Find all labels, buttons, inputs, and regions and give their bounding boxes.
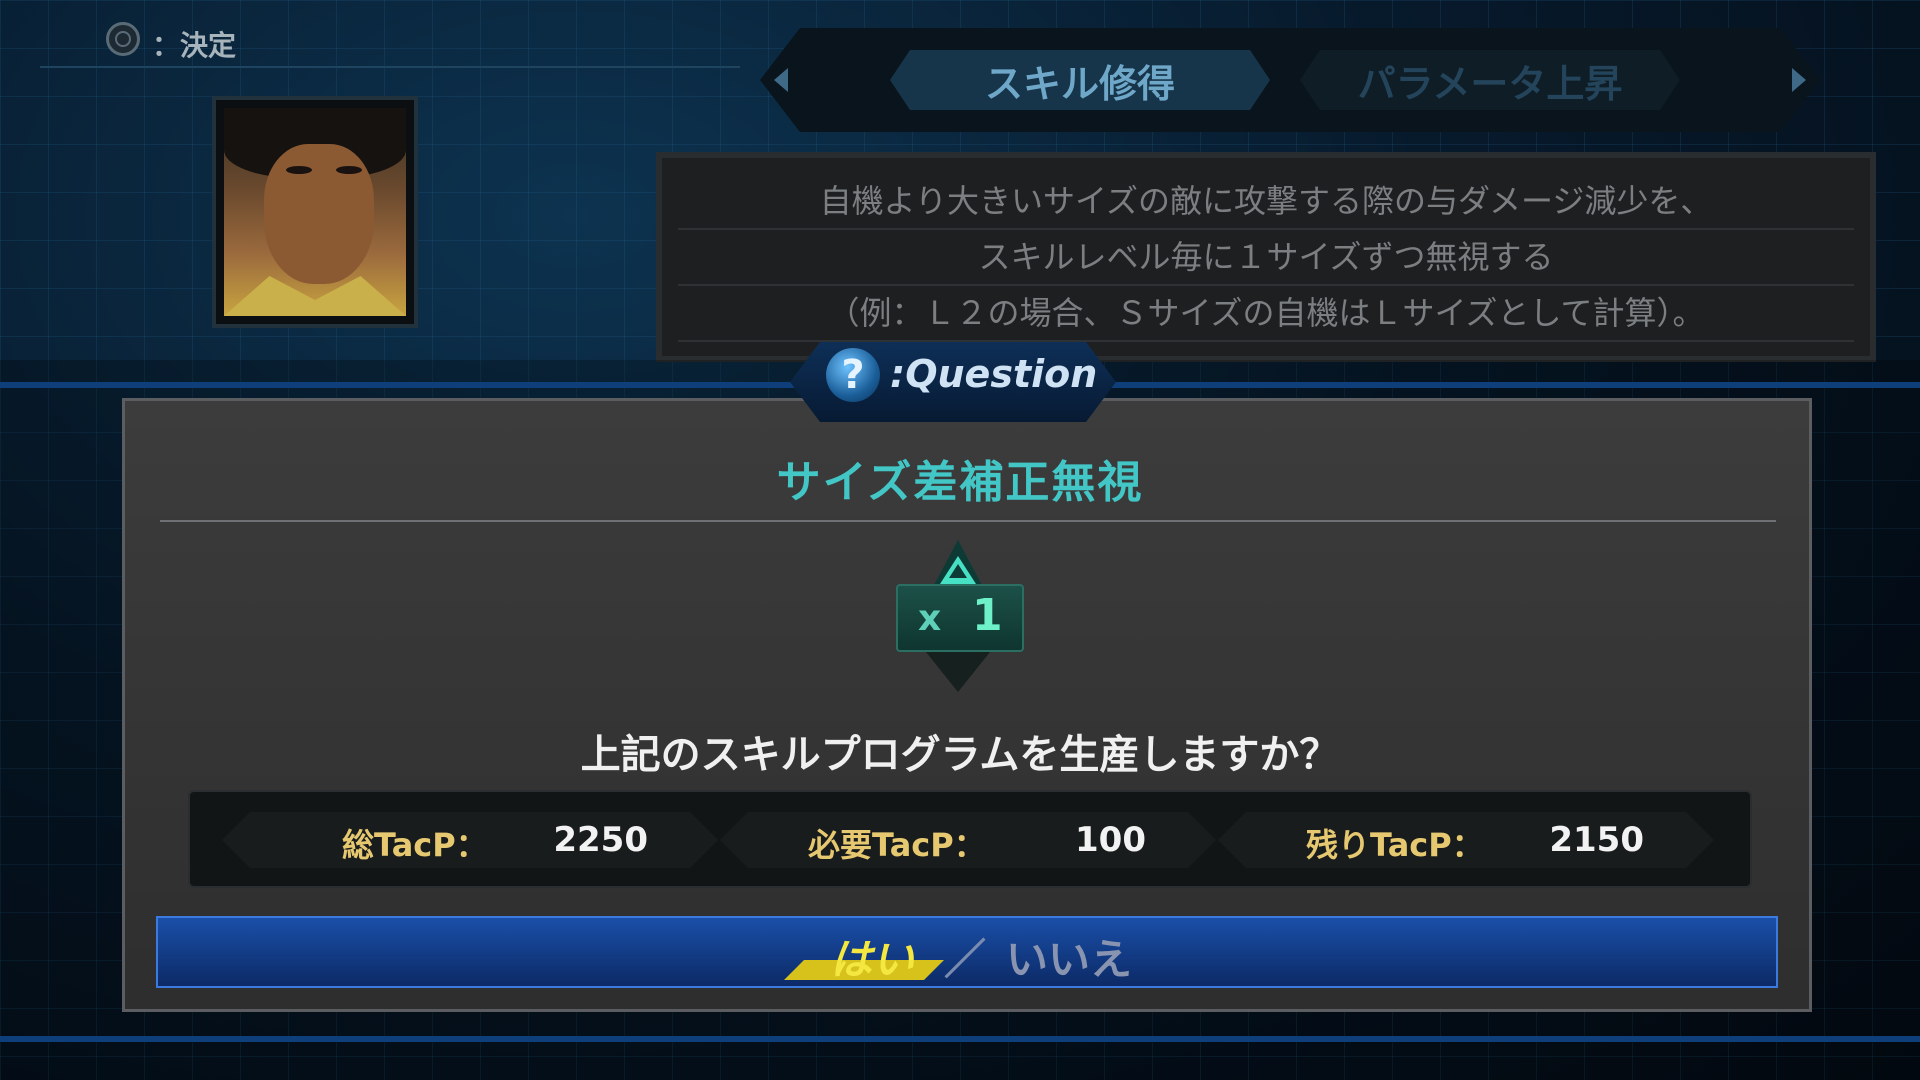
hint-text: ：決定 [152, 29, 237, 62]
question-text: 上記のスキルプログラムを生産しますか？ [580, 732, 1340, 778]
no-button[interactable]: いいえ [1006, 926, 1132, 987]
circle-button-icon [106, 22, 140, 56]
title-divider [160, 520, 1776, 522]
arrow-left-icon[interactable] [774, 68, 788, 92]
count-box [896, 584, 1024, 652]
description-line: （例：Ｌ２の場合、Ｓサイズの自機はＬサイズとして計算）。 [678, 286, 1854, 342]
question-badge-label: :Question [890, 352, 1098, 396]
tab-parameter-up[interactable]: パラメータ上昇 [1300, 50, 1680, 110]
tacp-remaining-label: 残りTacP： [1306, 826, 1484, 864]
description-line: スキルレベル毎に１サイズずつ無視する [678, 230, 1854, 286]
tacp-required-value: 100 [1075, 820, 1146, 860]
count-value: 1 [972, 590, 1003, 641]
tabs-bar: スキル修得 パラメータ上昇 [760, 28, 1820, 132]
tacp-remaining-value: 2150 [1549, 820, 1644, 860]
character-portrait [212, 96, 418, 328]
arrow-right-icon[interactable] [1792, 68, 1806, 92]
choice-separator: ／ [944, 935, 987, 984]
tacp-total-label: 総TacP： [342, 826, 488, 864]
skill-name: サイズ差補正無視 [776, 457, 1144, 508]
skill-description-panel: 自機より大きいサイズの敵に攻撃する際の与ダメージ減少を、 スキルレベル毎に１サイ… [656, 152, 1876, 362]
tab-skill-acquire[interactable]: スキル修得 [890, 50, 1270, 110]
band-bottom [0, 1036, 1920, 1042]
yes-button[interactable]: はい [830, 926, 914, 987]
description-line: 自機より大きいサイズの敵に攻撃する際の与ダメージ減少を、 [678, 174, 1854, 230]
portrait-image [224, 108, 406, 316]
tacp-total-value: 2250 [553, 820, 648, 860]
count-prefix: x [918, 598, 942, 639]
triangle-icon [940, 556, 976, 584]
question-icon: ? [826, 348, 880, 402]
tacp-required-label: 必要TacP： [808, 826, 986, 864]
control-hint: ：決定 [40, 18, 740, 68]
